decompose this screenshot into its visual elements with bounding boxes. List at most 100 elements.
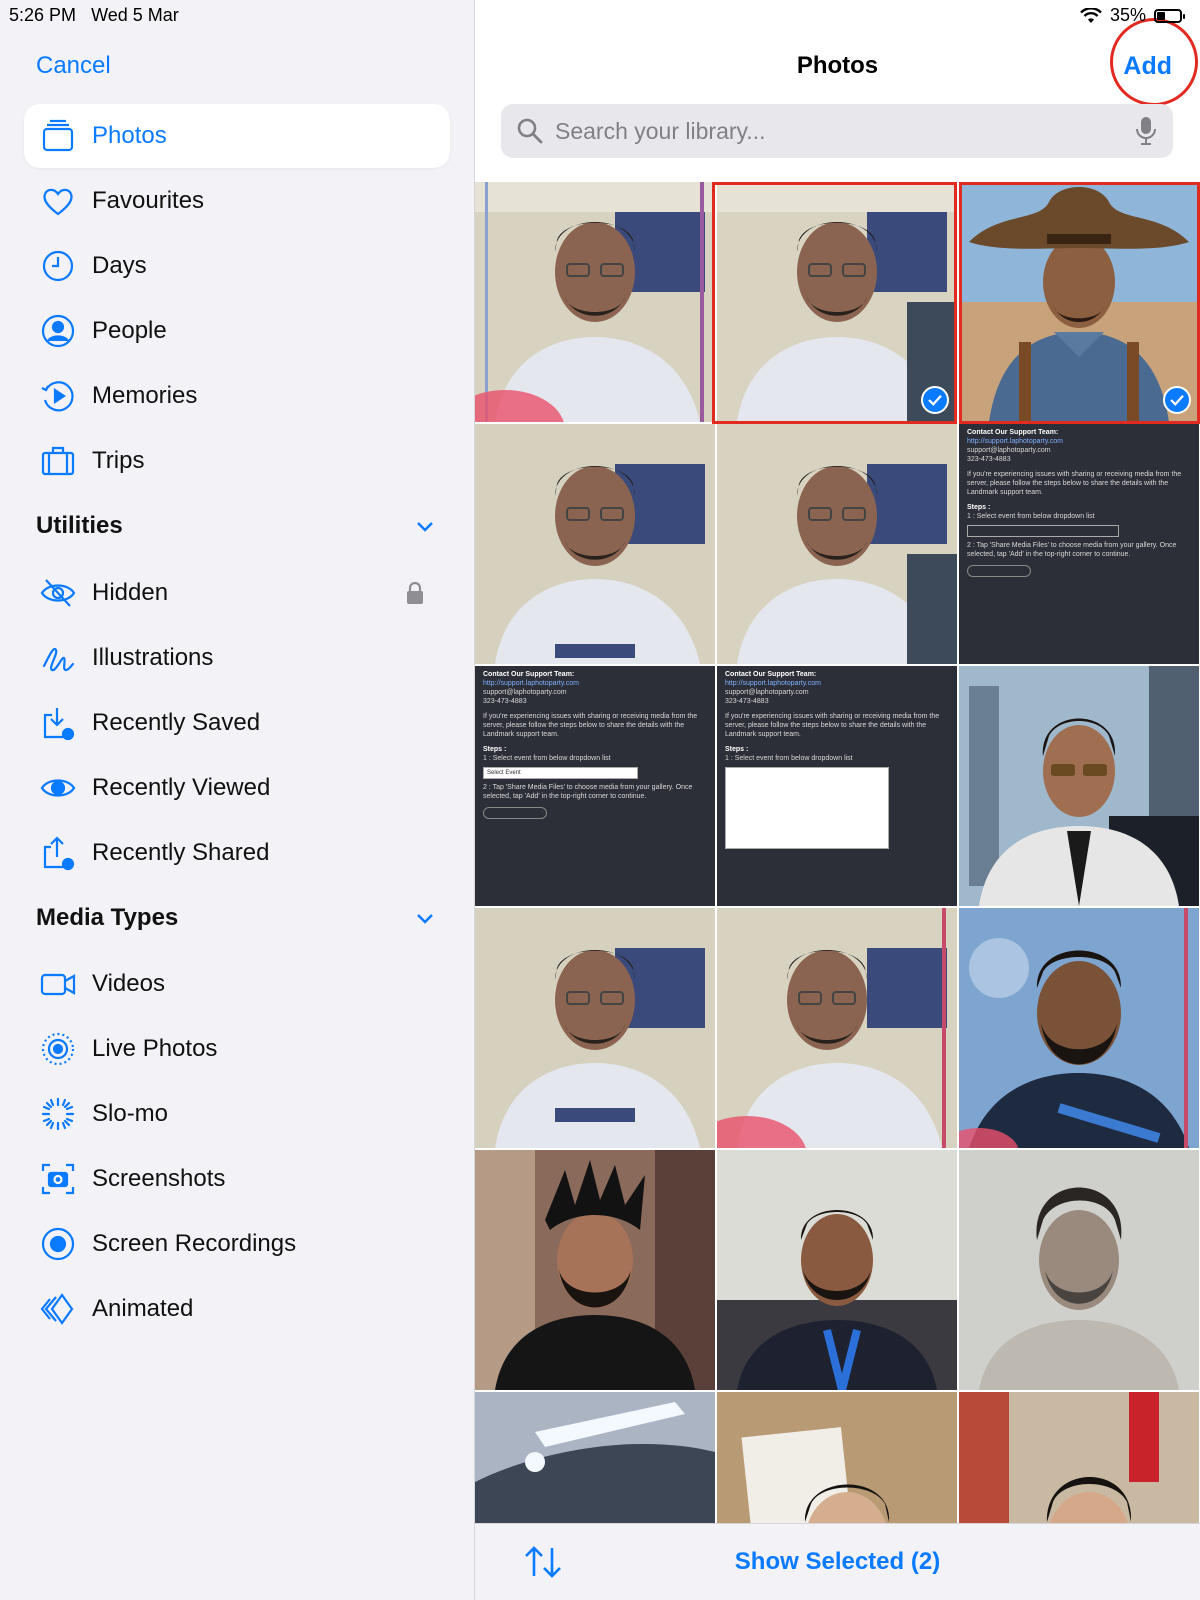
photo-suit-portrait (959, 666, 1199, 906)
sidebar-item-memories[interactable]: Memories (24, 364, 450, 428)
screen-record-icon (30, 1212, 86, 1276)
photo-thumbnail[interactable] (717, 1150, 957, 1390)
animated-icon (30, 1277, 86, 1341)
status-right: 35% (1080, 5, 1185, 26)
photo-thumbnail-selected[interactable] (959, 182, 1199, 422)
selected-check-icon (921, 386, 949, 414)
battery-percent: 35% (1109, 5, 1146, 25)
bottom-toolbar: Show Selected (2) (475, 1523, 1200, 1600)
sidebar-item-label: Days (92, 252, 147, 279)
sidebar-item-favourites[interactable]: Favourites (24, 169, 450, 233)
status-time: 5:26 PM Wed 5 Mar (9, 5, 179, 25)
search-icon (517, 118, 543, 144)
sidebar-item-label: Screen Recordings (92, 1230, 297, 1257)
cancel-button[interactable]: Cancel (36, 52, 111, 80)
scribble-icon (30, 626, 86, 690)
sidebar-item-illustrations[interactable]: Illustrations (24, 626, 450, 690)
photo-selfie-badge (959, 908, 1199, 1148)
sidebar-item-live-photos[interactable]: Live Photos (24, 1017, 450, 1081)
search-bar[interactable]: Search your library... (501, 104, 1173, 158)
sidebar-item-slo-mo[interactable]: Slo-mo (24, 1082, 450, 1146)
photo-thumbnail[interactable] (959, 666, 1199, 906)
sidebar-item-label: People (92, 317, 167, 344)
microphone-icon[interactable] (1135, 116, 1157, 146)
sidebar-item-label: Recently Shared (92, 839, 270, 866)
select-event-dropdown-open (725, 767, 889, 849)
sidebar-item-screenshots[interactable]: Screenshots (24, 1147, 450, 1211)
battery-icon (1154, 8, 1185, 23)
wifi-icon (1080, 7, 1102, 23)
photo-grid: Contact Our Support Team: http://support… (475, 182, 1200, 1524)
sidebar-item-recently-viewed[interactable]: Recently Viewed (24, 756, 450, 820)
utilities-section-header[interactable]: Utilities (36, 512, 436, 540)
sidebar-item-label: Live Photos (92, 1035, 218, 1062)
photo-thumbnail[interactable] (475, 182, 715, 422)
sidebar-item-label: Hidden (92, 579, 169, 606)
photo-thumbnail[interactable] (717, 1392, 957, 1524)
photo-selfie-office (717, 182, 957, 422)
sidebar-item-label: Screenshots (92, 1165, 226, 1192)
slomo-icon (30, 1082, 86, 1146)
photo-thumbnail[interactable] (475, 908, 715, 1148)
photo-thumbnail[interactable] (475, 1150, 715, 1390)
share-media-button-preview (967, 565, 1031, 577)
show-selected-button[interactable]: Show Selected (2) (475, 1548, 1200, 1576)
chevron-down-icon (417, 522, 433, 532)
photo-thumbnail[interactable] (959, 1392, 1199, 1524)
sidebar-item-days[interactable]: Days (24, 234, 450, 298)
photo-support-screenshot[interactable]: Contact Our Support Team: http://support… (475, 666, 715, 906)
photo-thumbnail-selected[interactable] (717, 182, 957, 422)
add-highlight-circle (1110, 18, 1198, 106)
photo-thumbnail[interactable] (959, 908, 1199, 1148)
sidebar-item-trips[interactable]: Trips (24, 429, 450, 493)
photo-support-screenshot[interactable]: Contact Our Support Team: http://support… (717, 666, 957, 906)
sidebar-item-label: Recently Saved (92, 709, 261, 736)
tray-download-icon (30, 691, 86, 755)
photo-selfie-card (717, 1392, 957, 1524)
sidebar-item-screen-recordings[interactable]: Screen Recordings (24, 1212, 450, 1276)
chevron-down-icon (417, 914, 433, 924)
photo-thumbnail[interactable] (475, 424, 715, 664)
sidebar-item-recently-shared[interactable]: Recently Shared (24, 821, 450, 885)
photo-thumbnail[interactable] (717, 424, 957, 664)
support-screenshot: Contact Our Support Team: http://support… (717, 666, 957, 906)
share-media-button-preview (483, 807, 547, 819)
sidebar: Cancel Photos Favourites Days People Mem… (0, 0, 475, 1600)
search-input[interactable]: Search your library... (555, 118, 1135, 145)
sidebar-item-label: Photos (92, 122, 167, 149)
photo-selfie-office (475, 908, 715, 1148)
photo-punk-portrait (475, 1150, 715, 1390)
lock-icon (407, 581, 423, 604)
heart-icon (30, 169, 86, 233)
sidebar-item-recently-saved[interactable]: Recently Saved (24, 691, 450, 755)
eye-icon (30, 756, 86, 820)
selected-check-icon (1163, 386, 1191, 414)
photo-thumbnail[interactable] (475, 1392, 715, 1524)
sidebar-item-label: Animated (92, 1295, 194, 1322)
sidebar-item-hidden[interactable]: Hidden (24, 561, 450, 625)
page-title: Photos (796, 52, 879, 79)
photo-support-screenshot[interactable]: Contact Our Support Team: http://support… (959, 424, 1199, 664)
media-types-section-header[interactable]: Media Types (36, 904, 436, 932)
photo-selfie-office (475, 182, 715, 422)
photo-selfie-office (717, 908, 957, 1148)
share-clock-icon (30, 821, 86, 885)
photo-picker-main: Photos Add Search your library... Contac… (475, 0, 1200, 1600)
sidebar-item-videos[interactable]: Videos (24, 952, 450, 1016)
sidebar-item-photos[interactable]: Photos (24, 104, 450, 168)
sidebar-item-animated[interactable]: Animated (24, 1277, 450, 1341)
sidebar-item-people[interactable]: People (24, 299, 450, 363)
sidebar-item-label: Recently Viewed (92, 774, 271, 801)
photo-thumbnail[interactable] (717, 908, 957, 1148)
photo-selfie-badge (717, 1150, 957, 1390)
photos-stack-icon (30, 104, 86, 168)
photo-thumbnail[interactable] (959, 1150, 1199, 1390)
live-photo-icon (30, 1017, 86, 1081)
select-event-dropdown: Select Event (483, 767, 638, 779)
photo-selfie-office (475, 424, 715, 664)
photo-street-selfie (959, 1392, 1199, 1524)
sidebar-item-label: Memories (92, 382, 198, 409)
photo-ceiling-light (475, 1392, 715, 1524)
section-title: Media Types (36, 904, 179, 931)
sidebar-item-label: Videos (92, 970, 165, 997)
